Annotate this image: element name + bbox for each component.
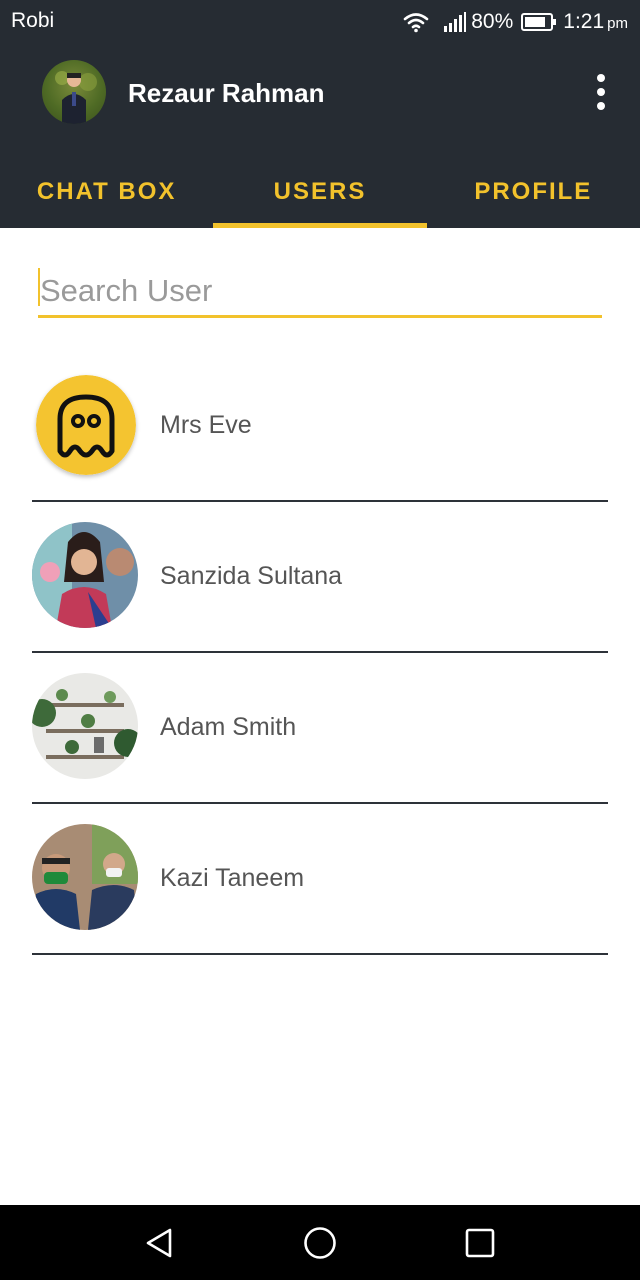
photo-avatar	[32, 522, 138, 628]
battery-icon	[521, 13, 557, 31]
wifi-icon	[403, 13, 429, 33]
clock: 1:21 pm	[563, 10, 628, 34]
tab-bar: CHAT BOX USERS PROFILE	[0, 156, 640, 228]
user-photo	[32, 522, 138, 628]
tab-label: PROFILE	[474, 178, 593, 205]
profile-avatar[interactable]	[42, 60, 106, 124]
recents-icon[interactable]	[462, 1225, 498, 1261]
clock-ampm: pm	[607, 15, 628, 32]
status-icons: 80% 1:21 pm	[403, 7, 628, 37]
search-placeholder: Search User	[40, 273, 213, 308]
app-bar: Rezaur Rahman CHAT BOX USERS PROFILE	[0, 44, 640, 228]
user-name: Mrs Eve	[160, 411, 252, 439]
user-list-item[interactable]: Adam Smith	[32, 653, 608, 804]
photo-avatar	[32, 673, 138, 779]
tab-label: USERS	[273, 178, 367, 205]
user-name: Adam Smith	[160, 713, 297, 741]
tab-label: CHAT BOX	[36, 178, 177, 205]
signal-icon	[444, 12, 467, 32]
current-user-name: Rezaur Rahman	[128, 78, 325, 108]
ghost-icon	[36, 375, 136, 475]
search-input[interactable]: Search User	[38, 264, 602, 318]
more-vert-icon[interactable]	[590, 74, 612, 110]
user-name: Kazi Taneem	[160, 864, 305, 892]
home-icon[interactable]	[302, 1225, 338, 1261]
status-bar: Robi 80% 1:21 pm	[0, 0, 640, 44]
back-icon[interactable]	[142, 1225, 178, 1261]
user-photo	[32, 824, 138, 930]
tab-chat-box[interactable]: CHAT BOX	[0, 156, 213, 228]
profile-photo	[55, 71, 97, 124]
system-nav-bar	[0, 1205, 640, 1280]
user-list-item[interactable]: Sanzida Sultana	[32, 502, 608, 653]
carrier-name: Robi	[11, 9, 55, 32]
user-list-item[interactable]: Kazi Taneem	[32, 804, 608, 955]
tab-users[interactable]: USERS	[213, 156, 427, 228]
battery-percent: 80%	[471, 10, 514, 33]
ghost-avatar	[36, 375, 136, 475]
user-list-item[interactable]: Mrs Eve	[32, 351, 608, 502]
user-photo	[32, 673, 138, 779]
user-name: Sanzida Sultana	[160, 562, 343, 590]
clock-time: 1:21	[563, 10, 605, 33]
tab-profile[interactable]: PROFILE	[427, 156, 640, 228]
photo-avatar	[32, 824, 138, 930]
